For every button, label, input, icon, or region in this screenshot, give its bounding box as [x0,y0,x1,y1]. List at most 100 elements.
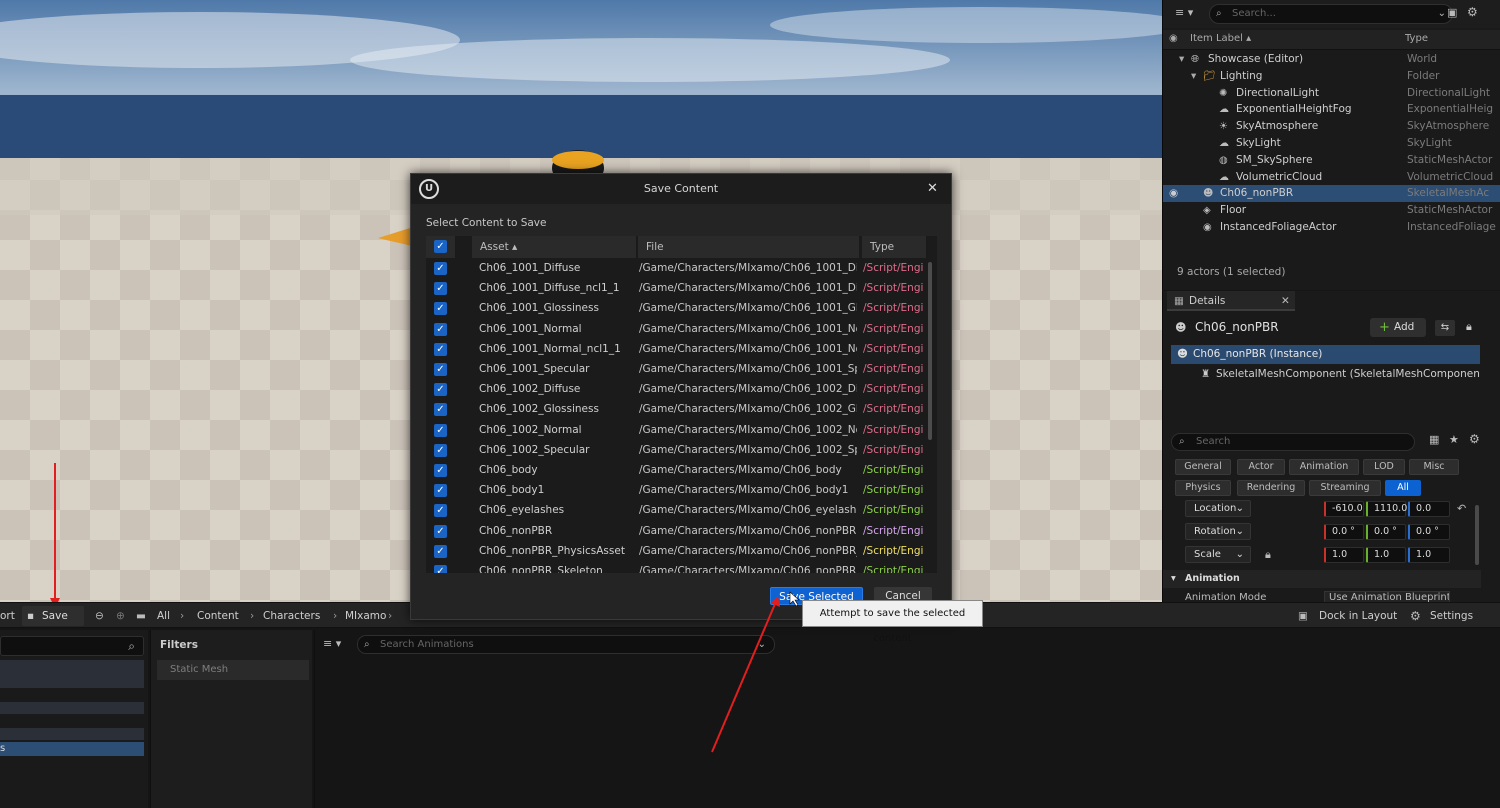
star-icon[interactable]: ★ [1449,433,1459,446]
table-row[interactable]: ✓ Ch06_1001_Glossiness/Game/Characters/MI… [426,298,926,318]
outliner-row[interactable]: ◍ SM_SkySphere StaticMeshActor [1163,152,1500,169]
filter-icon[interactable]: ≡ ▾ [1175,6,1193,19]
outliner-row[interactable]: ☁ VolumetricCloud VolumetricCloud [1163,169,1500,186]
save-all-button[interactable]: ▪ Save All [22,606,84,642]
row-checkbox[interactable]: ✓ [434,423,447,437]
col-asset[interactable]: Asset ▴ [472,236,637,258]
add-component-button[interactable]: + Add [1370,318,1426,337]
folder-row[interactable] [0,660,144,688]
row-checkbox[interactable]: ✓ [434,383,447,397]
filter-static-mesh[interactable]: Static Mesh [157,660,309,680]
outliner-row[interactable]: ☁ ExponentialHeightFog ExponentialHeig [1163,101,1500,118]
table-row[interactable]: ✓ Ch06_eyelashes/Game/Characters/MIxamo/C… [426,500,926,520]
chevron-right-icon[interactable]: › [180,603,184,629]
outliner-row[interactable]: ▾ 📁︎ Lighting Folder [1163,68,1500,85]
row-checkbox[interactable]: ✓ [434,504,447,518]
scrollbar[interactable] [928,262,932,440]
anim-mode-dropdown[interactable]: Use Animation Blueprint [1324,591,1450,602]
location-dropdown[interactable]: Location ⌄ [1185,500,1251,517]
row-checkbox[interactable]: ✓ [434,403,447,417]
row-checkbox[interactable]: ✓ [434,484,447,498]
location-y[interactable]: 1110.0 [1366,501,1407,517]
row-checkbox[interactable]: ✓ [434,443,447,457]
chevron-right-icon[interactable]: › [388,603,392,629]
table-row[interactable]: ✓ Ch06_1002_Normal/Game/Characters/MIxamo… [426,420,926,440]
filter-misc[interactable]: Misc [1409,459,1459,475]
row-checkbox[interactable]: ✓ [434,302,447,316]
reset-icon[interactable]: ↶ [1457,502,1466,515]
row-checkbox[interactable]: ✓ [434,565,447,573]
rotation-x[interactable]: 0.0 ° [1324,524,1364,540]
outliner-search-input[interactable]: ⌕ Search... ⌄ [1209,4,1453,24]
filter-all[interactable]: All [1385,480,1421,496]
row-checkbox[interactable]: ✓ [434,363,447,376]
table-row[interactable]: ✓ Ch06_1001_Normal/Game/Characters/MIxamo… [426,319,926,339]
col-type[interactable]: Type [1405,33,1428,44]
rotation-y[interactable]: 0.0 ° [1366,524,1406,540]
table-row[interactable]: ✓ Ch06_nonPBR/Game/Characters/MIxamo/Ch06… [426,521,926,541]
scale-y[interactable]: 1.0 [1366,547,1406,563]
breadcrumb-item[interactable]: Characters [263,603,320,629]
animation-section-header[interactable]: ▾ Animation [1163,570,1481,588]
chevron-down-icon[interactable]: ▾ [1191,68,1196,85]
asset-search-input[interactable]: ⌕ Search Animations ⌄ [357,635,775,654]
row-checkbox[interactable]: ✓ [434,464,447,477]
filter-streaming[interactable]: Streaming [1309,480,1381,496]
gear-icon[interactable]: ⚙ [1469,432,1480,446]
outliner-row[interactable]: ▾ 🌐︎ Showcase (Editor) World [1163,51,1500,68]
row-checkbox[interactable]: ✓ [434,544,447,558]
location-z[interactable]: 0.0 [1408,501,1450,517]
table-row[interactable]: ✓ Ch06_1002_Glossiness/Game/Characters/MI… [426,399,926,419]
row-checkbox[interactable]: ✓ [434,322,447,336]
dock-in-layout-button[interactable]: Dock in Layout [1319,603,1397,629]
table-row[interactable]: ✓ Ch06_1001_Specular/Game/Characters/MIxa… [426,359,926,379]
table-row[interactable]: ✓ Ch06_1001_Diffuse_ncl1_1/Game/Character… [426,278,926,298]
scale-dropdown[interactable]: Scale ⌄ [1185,546,1251,563]
outliner-row[interactable]: ◈ Floor StaticMeshActor [1163,202,1500,219]
forward-icon[interactable]: ⊕ [116,603,125,629]
filter-animation[interactable]: Animation [1289,459,1359,475]
add-folder-icon[interactable]: ▣ [1447,6,1457,19]
col-type[interactable]: Type [862,236,927,258]
chevron-down-icon[interactable]: ▾ [1179,51,1184,68]
eye-icon[interactable]: ◉ [1169,185,1178,202]
lock-icon[interactable]: 🔒︎ [1466,320,1472,334]
scale-x[interactable]: 1.0 [1324,547,1364,563]
folder-row-selected[interactable]: s [0,742,144,756]
sources-search-input[interactable]: ⌕ [0,636,144,656]
table-row[interactable]: ✓ Ch06_1002_Diffuse/Game/Characters/MIxam… [426,379,926,399]
table-row[interactable]: ✓ Ch06_1001_Normal_ncl1_1/Game/Characters… [426,339,926,359]
location-x[interactable]: -610.0 [1324,501,1364,517]
breadcrumb-item[interactable]: MIxamo [345,603,386,629]
close-icon[interactable]: ✕ [1281,291,1290,311]
outliner-row[interactable]: ◉ ☻ Ch06_nonPBR SkeletalMeshAc [1163,185,1500,203]
filter-actor[interactable]: Actor [1237,459,1285,475]
folder-row[interactable] [0,728,144,740]
breadcrumb-item[interactable]: Content [197,603,239,629]
scrollbar[interactable] [1475,505,1479,565]
filter-icon[interactable]: ≡ ▾ [323,637,341,650]
col-item-label[interactable]: Item Label ▴ [1190,33,1251,44]
row-checkbox[interactable]: ✓ [434,262,447,275]
settings-button[interactable]: Settings [1430,603,1473,629]
filter-rendering[interactable]: Rendering [1237,480,1305,496]
table-row[interactable]: ✓ Ch06_body1/Game/Characters/MIxamo/Ch06_… [426,480,926,500]
grid-icon[interactable]: ▦ [1429,433,1439,446]
col-file[interactable]: File [638,236,860,258]
select-all-checkbox[interactable]: ✓ [434,240,447,253]
details-search-input[interactable]: ⌕ Search [1171,433,1415,451]
tab-details[interactable]: ▦ Details ✕ [1167,291,1295,311]
rotation-dropdown[interactable]: Rotation ⌄ [1185,523,1251,540]
table-row[interactable]: ✓ Ch06_nonPBR_Skeleton/Game/Characters/MI… [426,561,926,573]
chevron-right-icon[interactable]: › [333,603,337,629]
table-row[interactable]: ✓ Ch06_1001_Diffuse/Game/Characters/MIxam… [426,258,926,278]
scale-z[interactable]: 1.0 [1408,547,1450,563]
component-row[interactable]: ♜ SkeletalMeshComponent (SkeletalMeshCom… [1171,365,1480,384]
folder-row[interactable] [0,702,144,714]
gear-icon[interactable]: ⚙ [1467,5,1478,19]
lock-icon[interactable]: 🔒︎ [1265,548,1271,562]
outliner-row[interactable]: ◉ InstancedFoliageActor InstancedFoliage [1163,219,1500,236]
table-row[interactable]: ✓ Ch06_nonPBR_PhysicsAsset/Game/Character… [426,541,926,561]
import-button[interactable]: ort [0,603,15,629]
row-checkbox[interactable]: ✓ [434,282,447,296]
